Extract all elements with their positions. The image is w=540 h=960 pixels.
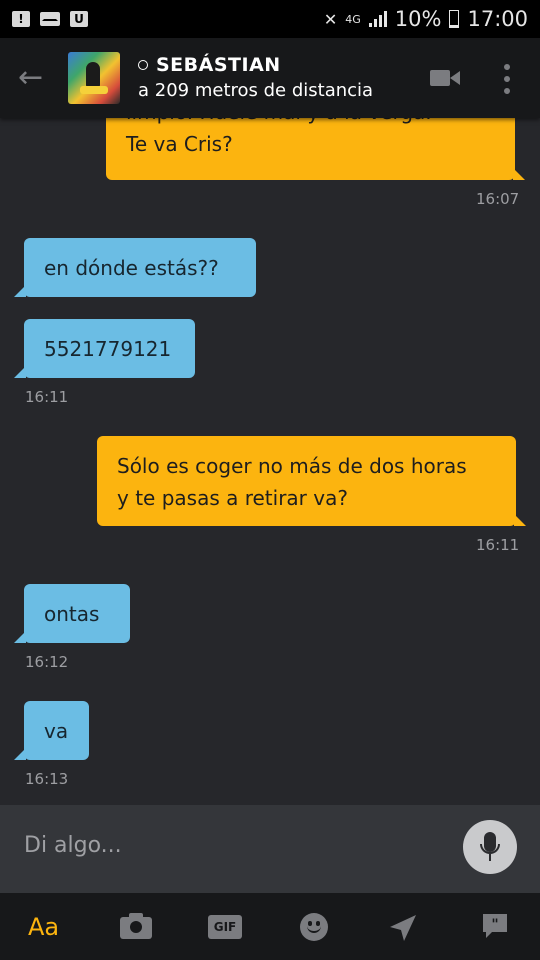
message-timestamp: 16:11 — [476, 536, 520, 554]
message-text-line: 5521779121 — [44, 337, 172, 361]
network-type: 4G — [345, 12, 361, 26]
svg-text:": " — [491, 917, 498, 933]
outgoing-message[interactable]: Sólo es coger no más de dos horas y te pa… — [97, 436, 516, 526]
battery-icon — [449, 10, 460, 28]
message-text-line: en dónde estás?? — [44, 256, 219, 280]
bubble-tail — [14, 366, 26, 378]
contact-name-row[interactable]: SEBÁSTIAN — [138, 54, 281, 76]
video-call-icon[interactable] — [430, 68, 460, 88]
message-timestamp: 16:12 — [25, 653, 69, 671]
message-text-line: va — [44, 719, 69, 743]
bubble-tail — [514, 514, 526, 526]
mute-icon: ✕ — [323, 9, 338, 29]
clock: 17:00 — [467, 7, 528, 31]
message-text-line: Te va Cris? — [126, 132, 233, 156]
message-input[interactable]: Di algo... — [24, 833, 122, 858]
status-bar: ! U ✕ 4G 10% 17:00 — [0, 0, 540, 38]
message-text-line: ontas — [44, 602, 100, 626]
message-input-bar: Di algo... — [0, 805, 540, 893]
camera-icon[interactable] — [118, 907, 154, 947]
incoming-message[interactable]: ontas — [24, 584, 130, 643]
back-arrow-icon[interactable]: ← — [18, 58, 52, 98]
warning-icon: ! — [12, 11, 30, 27]
battery-percent: 10% — [394, 7, 442, 31]
bubble-tail — [513, 168, 525, 180]
saved-phrases-icon[interactable]: " — [480, 911, 510, 941]
signal-icon — [368, 11, 387, 27]
avatar[interactable] — [68, 52, 120, 104]
more-options-icon[interactable] — [500, 64, 514, 94]
contact-distance: a 209 metros de distancia — [138, 80, 374, 101]
text-format-button[interactable]: Aa — [28, 907, 59, 947]
u-app-icon: U — [70, 11, 88, 27]
chat-header: ← SEBÁSTIAN a 209 metros de distancia — [0, 38, 540, 118]
status-right: ✕ 4G 10% 17:00 — [324, 7, 540, 31]
message-text-line: Sólo es coger no más de dos horas — [117, 454, 467, 478]
bubble-tail — [14, 285, 26, 297]
message-timestamp: 16:13 — [25, 770, 69, 788]
incoming-message[interactable]: va — [24, 701, 89, 760]
message-list[interactable]: limpio. Huele mal y a la verga.Te va Cri… — [0, 0, 540, 805]
emoji-icon[interactable] — [300, 913, 328, 941]
contact-name: SEBÁSTIAN — [156, 54, 281, 76]
message-timestamp: 16:11 — [25, 388, 69, 406]
incoming-message[interactable]: 5521779121 — [24, 319, 195, 378]
message-text-line: y te pasas a retirar va? — [117, 486, 348, 510]
gif-icon[interactable]: GIF — [208, 915, 242, 939]
bubble-tail — [14, 748, 26, 760]
send-location-icon[interactable] — [388, 913, 418, 943]
attachment-toolbar: Aa GIF " — [0, 893, 540, 960]
mail-icon — [40, 12, 60, 26]
bubble-tail — [14, 631, 26, 643]
presence-icon — [138, 60, 148, 70]
microphone-button[interactable] — [463, 820, 517, 874]
incoming-message[interactable]: en dónde estás?? — [24, 238, 256, 297]
status-left-icons: ! U — [0, 11, 88, 27]
message-timestamp: 16:07 — [476, 190, 520, 208]
